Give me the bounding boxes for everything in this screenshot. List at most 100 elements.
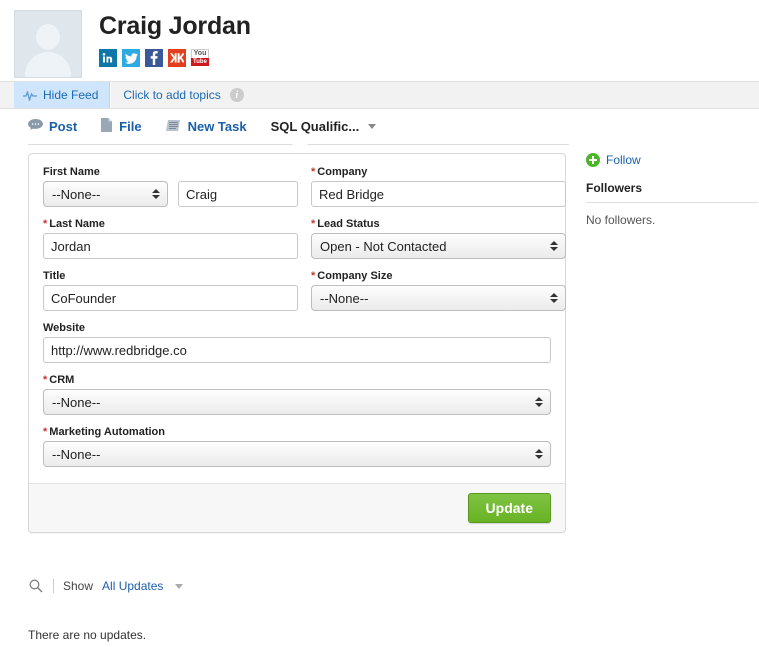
field-lead-status: * Lead Status Open - Not Contacted [311,218,566,259]
followers-empty-message: No followers. [586,213,656,227]
hide-feed-label: Hide Feed [43,88,99,102]
required-marker: * [43,426,48,438]
tab-post-label: Post [49,119,78,134]
stepper-arrows-icon [535,397,543,407]
field-marketing-automation: * Marketing Automation --None-- [43,426,551,467]
main-content: First Name --None-- *Company [0,145,759,533]
required-marker: * [311,270,316,282]
stepper-arrows-icon [550,293,558,303]
tab-file-label: File [119,119,142,134]
updates-filter-bar: Show All Updates [28,578,184,594]
field-company: * Company [311,166,566,207]
facebook-icon[interactable] [145,49,163,67]
plus-circle-icon [586,153,600,167]
publisher-separator [28,137,569,145]
tab-file[interactable]: File [101,118,142,135]
chevron-down-icon [368,124,377,129]
social-links: You Tube [99,49,251,67]
divider [53,579,54,593]
form-footer: Update [29,483,565,532]
field-company-size: * Company Size --None-- [311,270,566,311]
no-updates-message: There are no updates. [28,628,147,642]
lead-qualification-form: First Name --None-- *Company [28,153,566,533]
form-grid: First Name --None-- *Company [29,154,566,483]
followers-divider [586,202,758,203]
field-crm: * CRM --None-- [43,374,551,415]
form-row-5: * CRM --None-- [43,374,551,415]
stepper-arrows-icon [535,449,543,459]
file-icon [101,118,113,135]
publisher-toolbar: Post File New Task SQL Qualific... [0,109,759,145]
avatar-head-shape [36,24,60,50]
hide-feed-button[interactable]: Hide Feed [14,82,111,108]
field-label-title: Title [43,270,66,282]
lead-status-select[interactable]: Open - Not Contacted [311,233,566,259]
tab-new-task[interactable]: New Task [165,119,247,135]
feed-toolbar: Hide Feed Click to add topics i [0,81,759,109]
first-name-input[interactable] [178,181,298,207]
youtube-icon[interactable]: You Tube [191,49,209,67]
form-row-3: Title *Company Size --None-- [43,270,566,311]
search-icon[interactable] [28,578,44,594]
field-label-last-name: * Last Name [43,218,105,230]
field-website: Website [43,322,551,363]
info-icon[interactable]: i [229,88,244,102]
twitter-icon[interactable] [122,49,140,67]
salutation-select[interactable]: --None-- [43,181,168,207]
field-last-name: * Last Name [43,218,298,259]
stepper-arrows-icon [550,241,558,251]
follow-button[interactable]: Follow [586,153,758,167]
profile-header-text: Craig Jordan You Tube [99,10,251,67]
marketing-automation-select[interactable]: --None-- [43,441,551,467]
required-marker: * [311,218,316,230]
tab-post[interactable]: Post [28,119,77,134]
follow-label: Follow [606,153,641,167]
active-tab-notch [292,137,308,145]
company-size-value: --None-- [320,290,369,306]
stepper-arrows-icon [152,189,160,199]
field-title: Title [43,270,298,311]
field-label-crm: * CRM [43,374,75,386]
title-input[interactable] [43,285,298,311]
first-name-inputs: --None-- [43,181,298,207]
linkedin-icon[interactable] [99,49,117,67]
add-topics-link[interactable]: Click to add topics [123,88,220,102]
field-label-company-size: * Company Size [311,270,393,282]
form-row-6: * Marketing Automation --None-- [43,426,551,467]
task-list-icon [165,119,182,135]
klout-icon[interactable] [168,49,186,67]
chevron-down-icon[interactable] [175,583,184,589]
publisher-tab-list: Post File New Task SQL Qualific... [28,118,759,135]
form-row-2: *Last Name *Lead Status Open - Not Conta… [43,218,566,259]
youtube-icon-top: You [191,49,209,58]
crm-select[interactable]: --None-- [43,389,551,415]
form-row-4: Website [43,322,551,363]
required-marker: * [43,374,48,386]
update-button[interactable]: Update [467,493,551,523]
salutation-value: --None-- [52,186,101,202]
youtube-icon-bottom: Tube [191,58,209,66]
form-row-1: First Name --None-- *Company [43,166,566,207]
show-label: Show [63,579,94,593]
profile-header: Craig Jordan You Tube [0,0,759,78]
chat-bubble-icon [28,119,43,134]
tab-sql-qualification[interactable]: SQL Qualific... [271,119,377,134]
marketing-automation-value: --None-- [52,446,101,462]
crm-value: --None-- [52,394,101,410]
field-label-company: * Company [311,166,368,178]
right-rail: Follow Followers No followers. [586,153,758,533]
company-input[interactable] [311,181,566,207]
tab-sql-qualification-label: SQL Qualific... [270,119,360,134]
followers-heading: Followers [586,181,643,195]
last-name-input[interactable] [43,233,298,259]
field-label-marketing-automation: * Marketing Automation [43,426,165,438]
field-label-lead-status: * Lead Status [311,218,380,230]
required-marker: * [43,218,48,230]
company-size-select[interactable]: --None-- [311,285,566,311]
lead-status-value: Open - Not Contacted [320,238,447,254]
field-label-first-name: First Name [43,166,100,178]
website-input[interactable] [43,337,551,363]
tab-new-task-label: New Task [187,119,247,134]
avatar[interactable] [14,10,82,78]
updates-filter-link[interactable]: All Updates [102,579,163,593]
